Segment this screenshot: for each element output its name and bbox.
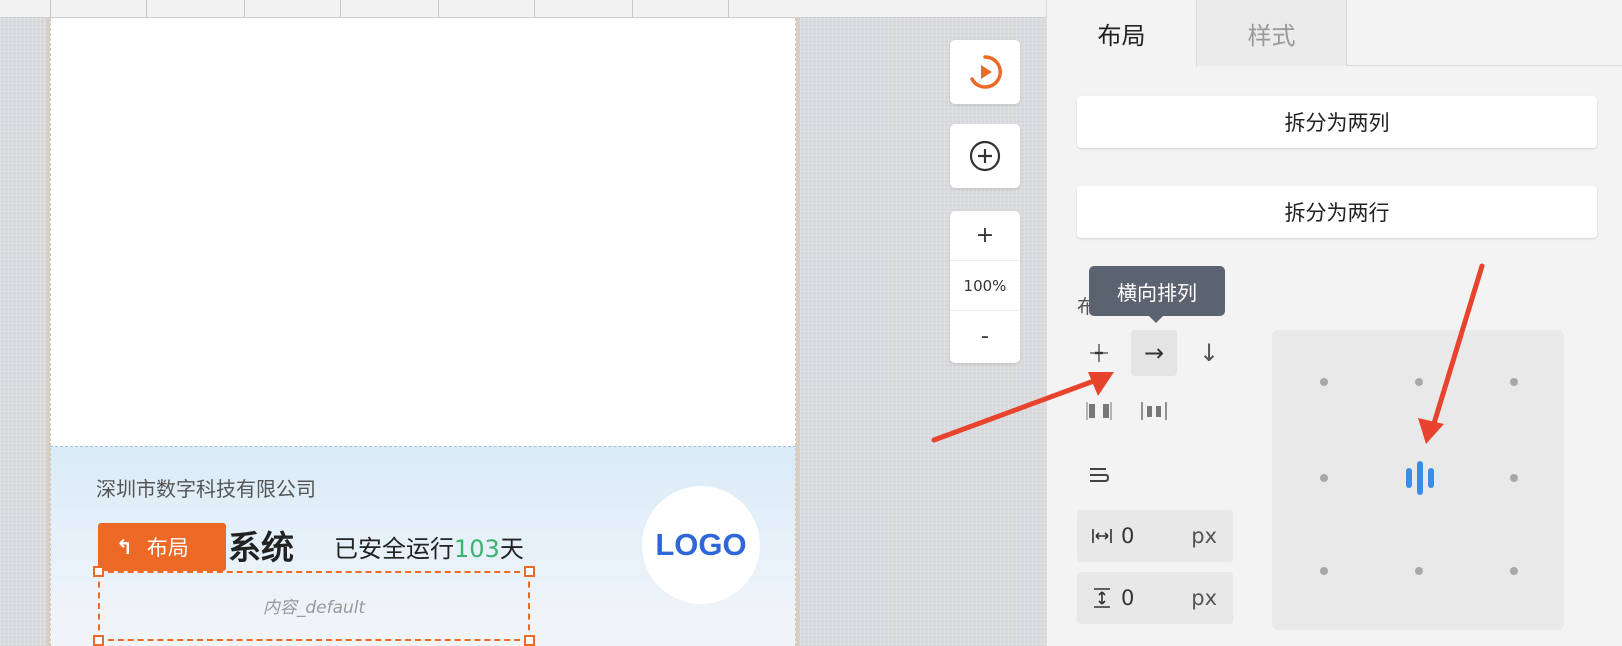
space-between-icon xyxy=(1086,402,1112,420)
add-component-button[interactable] xyxy=(950,124,1020,188)
vertical-arrow-icon: ↓ xyxy=(1198,339,1220,367)
property-panel: 布局 样式 拆分为两列 拆分为两行 布 横向排列 → ↓ 0 px 0 px xyxy=(1046,0,1622,646)
direction-vertical-button[interactable]: ↓ xyxy=(1186,330,1232,376)
align-middle-left[interactable] xyxy=(1320,474,1328,482)
zoom-in-button[interactable]: + xyxy=(950,211,1020,261)
horizontal-gap-icon xyxy=(1092,529,1112,543)
wrap-icon xyxy=(1090,468,1110,482)
ruler-tick xyxy=(438,0,534,18)
run-status: 已安全运行103天 xyxy=(334,529,524,564)
resize-handle[interactable] xyxy=(524,635,535,646)
align-bottom-center[interactable] xyxy=(1415,567,1423,575)
content-placeholder: 内容_default xyxy=(262,598,366,618)
select-parent-icon: ↰ xyxy=(116,535,133,559)
run-prefix: 已安全运行 xyxy=(334,535,454,563)
logo: LOGO xyxy=(642,486,760,604)
zoom-in-label: + xyxy=(975,223,995,248)
vertical-gap-icon xyxy=(1094,588,1110,608)
tab-style[interactable]: 样式 xyxy=(1197,0,1347,66)
align-bottom-left[interactable] xyxy=(1320,567,1328,575)
free-layout-icon xyxy=(1090,344,1108,362)
align-middle-right[interactable] xyxy=(1510,474,1518,482)
split-rows-button[interactable]: 拆分为两行 xyxy=(1077,186,1597,238)
logo-text: LOGO xyxy=(655,527,747,562)
gap-vertical-value: 0 xyxy=(1121,586,1135,610)
direction-free-button[interactable] xyxy=(1076,330,1122,376)
ruler-tick xyxy=(534,0,632,18)
play-circle-icon xyxy=(970,55,1002,89)
header-banner-block[interactable]: 深圳市数字科技有限公司 系统 已安全运行103天 LOGO ↰ 布局 内容_de… xyxy=(50,446,796,646)
ruler-tick xyxy=(728,0,772,18)
unit-label: px xyxy=(1191,524,1217,548)
gap-horizontal-field[interactable]: 0 px xyxy=(1077,510,1233,562)
gap-horizontal-value: 0 xyxy=(1121,524,1135,548)
preview-button[interactable] xyxy=(950,40,1020,104)
system-title: 系统 xyxy=(228,528,294,567)
resize-handle[interactable] xyxy=(93,635,104,646)
ruler-tick xyxy=(244,0,340,18)
wrap-button[interactable] xyxy=(1076,452,1122,498)
zoom-level: 100% xyxy=(950,261,1020,311)
top-ruler xyxy=(0,0,1046,18)
distribute-around-button[interactable] xyxy=(1131,388,1177,434)
horizontal-arrow-icon: → xyxy=(1143,339,1165,367)
ruler-tick xyxy=(50,0,146,18)
design-canvas[interactable]: 深圳市数字科技有限公司 系统 已安全运行103天 LOGO ↰ 布局 内容_de… xyxy=(0,0,1046,646)
unit-label: px xyxy=(1191,586,1217,610)
align-top-left[interactable] xyxy=(1320,378,1328,386)
layout-tag-button[interactable]: ↰ 布局 xyxy=(98,523,226,571)
resize-handle[interactable] xyxy=(524,566,535,577)
zoom-out-label: - xyxy=(981,323,989,349)
zoom-out-button[interactable]: - xyxy=(950,311,1020,361)
company-name: 深圳市数字科技有限公司 xyxy=(96,477,316,501)
align-bottom-right[interactable] xyxy=(1510,567,1518,575)
tooltip: 横向排列 xyxy=(1089,266,1225,323)
distribute-between-button[interactable] xyxy=(1076,388,1122,434)
gap-vertical-field[interactable]: 0 px xyxy=(1077,572,1233,624)
align-center-selected-icon[interactable] xyxy=(1402,458,1438,498)
tab-layout[interactable]: 布局 xyxy=(1047,0,1197,67)
resize-handle[interactable] xyxy=(93,566,104,577)
direction-horizontal-button[interactable]: → xyxy=(1131,330,1177,376)
layout-tag-label: 布局 xyxy=(146,536,189,560)
panel-tabs: 布局 样式 xyxy=(1047,0,1622,67)
split-columns-button[interactable]: 拆分为两列 xyxy=(1077,96,1597,148)
align-top-center[interactable] xyxy=(1415,378,1423,386)
alignment-grid xyxy=(1272,330,1564,630)
run-suffix: 天 xyxy=(499,535,524,563)
ruler-tick xyxy=(340,0,438,18)
ruler-tick xyxy=(146,0,244,18)
plus-circle-icon xyxy=(969,140,1001,172)
zoom-value: 100% xyxy=(963,276,1007,295)
align-top-right[interactable] xyxy=(1510,378,1518,386)
run-days: 103 xyxy=(454,535,500,563)
page-frame[interactable]: 深圳市数字科技有限公司 系统 已安全运行103天 LOGO ↰ 布局 内容_de… xyxy=(46,18,800,646)
ruler-tick xyxy=(632,0,728,18)
space-around-icon xyxy=(1141,402,1167,420)
selected-content-container[interactable]: 内容_default xyxy=(93,566,535,646)
zoom-control: + 100% - xyxy=(950,211,1020,363)
